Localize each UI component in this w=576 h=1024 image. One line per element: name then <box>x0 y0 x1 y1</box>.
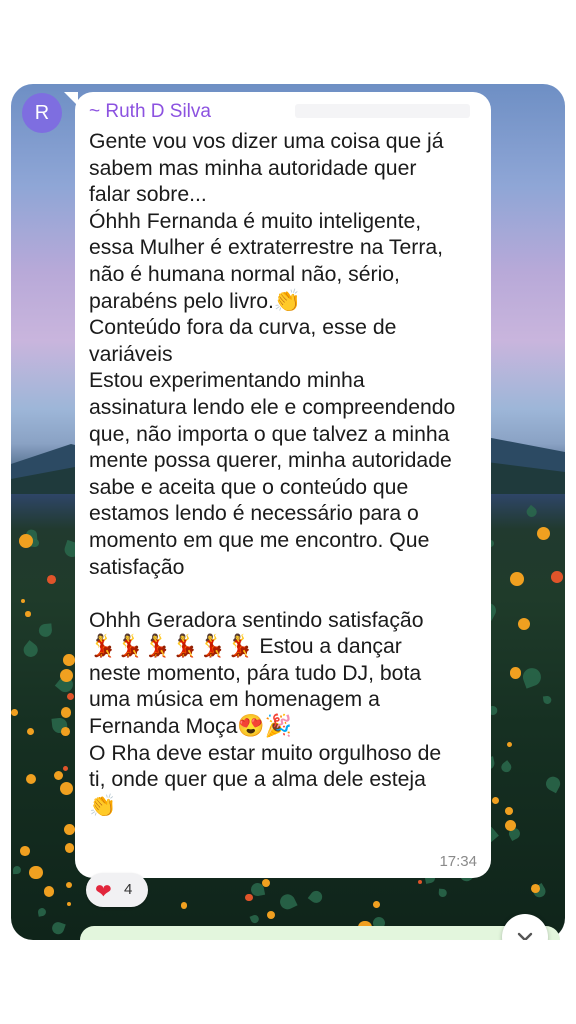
leaf-decoration <box>21 640 41 660</box>
leaf-decoration <box>543 774 562 794</box>
dancer-icon: 💃 <box>116 633 144 659</box>
leaf-decoration <box>12 865 22 875</box>
bottom-white-area <box>0 940 576 1024</box>
reaction-count: 4 <box>124 881 133 898</box>
sender-avatar[interactable]: R <box>22 93 62 133</box>
flower-decoration <box>492 796 500 804</box>
leaf-decoration <box>520 665 544 690</box>
dancer-icon: 💃 <box>198 633 227 659</box>
message-paragraph-2: Óhhh Fernanda é muito inteligente, essa … <box>89 209 479 315</box>
flower-decoration <box>510 572 524 586</box>
flower-decoration <box>65 843 75 853</box>
flower-decoration <box>60 707 72 718</box>
message-text: Gente vou vos dizer uma coisa que já sab… <box>89 129 479 820</box>
avatar-initial: R <box>34 102 50 124</box>
leaf-decoration <box>307 888 325 906</box>
flower-decoration <box>20 598 25 603</box>
flower-decoration <box>63 654 75 666</box>
flower-decoration <box>372 900 380 908</box>
flower-decoration <box>62 765 69 772</box>
flower-decoration <box>261 878 271 888</box>
message-paragraph-4: Estou experimentando minha assinatura le… <box>89 369 456 579</box>
leaf-decoration <box>525 505 540 519</box>
flower-decoration <box>18 533 33 548</box>
flower-decoration <box>551 571 564 583</box>
message-blank-line <box>89 581 479 608</box>
flower-decoration <box>59 668 74 682</box>
flower-decoration <box>510 667 522 679</box>
flower-decoration <box>25 611 31 617</box>
leaf-decoration <box>439 889 448 898</box>
leaf-decoration <box>249 913 260 924</box>
flower-decoration <box>180 902 188 909</box>
flower-decoration <box>506 741 513 748</box>
message-paragraph-1: Gente vou vos dizer uma coisa que já sab… <box>89 130 444 207</box>
heart-eyes-icon: 😍 <box>237 713 265 739</box>
message-paragraph-2-text: Óhhh Fernanda é muito inteligente, essa … <box>89 209 444 313</box>
flower-decoration <box>64 823 76 835</box>
message-paragraph-7-text: O Rha deve estar muito orgulhoso de ti, … <box>89 741 442 792</box>
sender-redacted-info <box>295 104 470 118</box>
message-paragraph-3: Conteúdo fora da curva, esse de variávei… <box>89 316 397 366</box>
flower-decoration <box>66 693 74 701</box>
dancer-icon: 💃 <box>226 633 254 659</box>
flower-decoration <box>29 865 43 879</box>
flower-decoration <box>26 773 37 784</box>
flower-decoration <box>43 886 55 898</box>
message-timestamp: 17:34 <box>439 853 477 870</box>
flower-decoration <box>537 527 551 541</box>
flower-decoration <box>61 726 71 736</box>
party-popper-icon: 🎉 <box>264 713 293 739</box>
flower-decoration <box>66 901 72 907</box>
flower-decoration <box>66 882 73 889</box>
leaf-decoration <box>542 695 553 705</box>
clapping-hands-icon: 👏 <box>273 287 302 313</box>
red-heart-icon: ❤ <box>95 881 112 903</box>
flower-decoration <box>47 575 57 585</box>
clapping-hands-icon: 👏 <box>89 792 117 818</box>
leaf-decoration <box>499 759 514 774</box>
message-paragraph-6: 💃💃💃💃💃💃 Estou a dançar neste momento, pár… <box>89 634 479 740</box>
reaction-chip[interactable]: ❤ 4 <box>86 873 148 907</box>
flower-decoration <box>11 708 18 716</box>
leaf-decoration <box>50 920 66 937</box>
flower-decoration <box>518 617 531 630</box>
leaf-decoration <box>38 623 53 638</box>
message-bubble[interactable]: ~ Ruth D Silva Gente vou vos dizer uma c… <box>75 92 491 878</box>
dancer-icon: 💃 <box>143 633 172 659</box>
dancer-icon: 💃 <box>89 633 117 659</box>
flower-decoration <box>504 807 513 816</box>
flower-decoration <box>20 846 30 856</box>
leaf-decoration <box>277 891 299 912</box>
dancer-icon: 💃 <box>171 633 199 659</box>
flower-decoration <box>267 910 276 919</box>
message-paragraph-5: Ohhh Geradora sentindo satisfação <box>89 608 424 632</box>
flower-decoration <box>245 893 253 901</box>
flower-decoration <box>417 880 422 885</box>
flower-decoration <box>26 727 34 735</box>
leaf-decoration <box>37 907 48 917</box>
flower-decoration <box>59 781 74 796</box>
message-paragraph-7: O Rha deve estar muito orgulhoso de ti, … <box>89 741 479 821</box>
flower-decoration <box>53 771 63 781</box>
